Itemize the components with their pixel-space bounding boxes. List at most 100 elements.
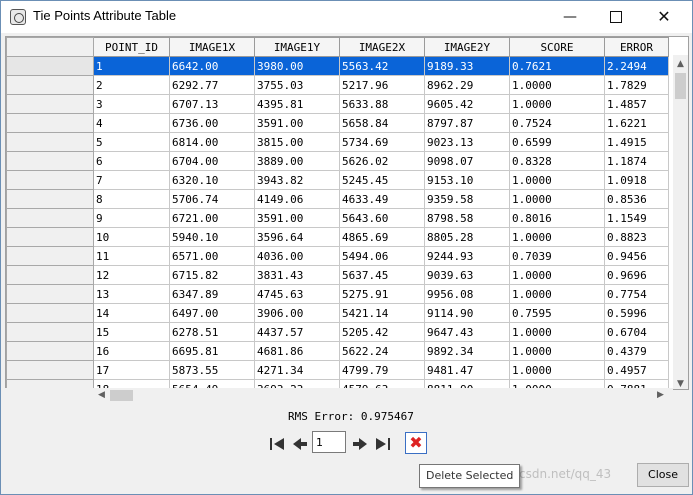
corner-cell[interactable] [6, 37, 94, 57]
table-cell[interactable]: 0.5996 [604, 303, 669, 323]
table-cell[interactable]: 0.8328 [509, 151, 605, 171]
row-header[interactable] [6, 246, 94, 266]
table-cell[interactable]: 9359.58 [424, 189, 510, 209]
column-header-score[interactable]: SCORE [509, 37, 605, 57]
table-row[interactable]: 5 6814.00 3815.00 5734.69 9023.13 0.6599 1.491… [6, 132, 669, 152]
prev-page-button[interactable] [291, 434, 309, 454]
table-cell[interactable]: 5275.91 [339, 284, 425, 304]
table-cell[interactable]: 6292.77 [169, 75, 255, 95]
table-row[interactable]: 16 6695.81 4681.86 5622.24 9892.34 1.0000 0.43… [6, 341, 669, 361]
table-row[interactable]: 14 6497.00 3906.00 5421.14 9114.90 0.7595 0.59… [6, 303, 669, 323]
table-row[interactable]: 15 6278.51 4437.57 5205.42 9647.43 1.0000 0.67… [6, 322, 669, 342]
table-cell[interactable]: 3755.03 [254, 75, 340, 95]
table-cell[interactable]: 9481.47 [424, 360, 510, 380]
attribute-grid[interactable]: POINT_ID IMAGE1X IMAGE1Y IMAGE2X IMAGE2Y SCOR… [5, 36, 689, 390]
table-row[interactable]: 17 5873.55 4271.34 4799.79 9481.47 1.0000 0.49… [6, 360, 669, 380]
column-header-error[interactable]: ERROR [604, 37, 669, 57]
table-cell[interactable]: 5734.69 [339, 132, 425, 152]
row-header[interactable] [6, 113, 94, 133]
table-cell[interactable]: 5245.45 [339, 170, 425, 190]
table-cell[interactable]: 10 [93, 227, 170, 247]
table-cell[interactable]: 8797.87 [424, 113, 510, 133]
delete-selected-button[interactable]: ✖ [405, 432, 427, 454]
table-cell[interactable]: 1.0918 [604, 170, 669, 190]
table-cell[interactable]: 4633.49 [339, 189, 425, 209]
table-cell[interactable]: 1.6221 [604, 113, 669, 133]
row-header[interactable] [6, 265, 94, 285]
table-cell[interactable]: 4799.79 [339, 360, 425, 380]
table-cell[interactable]: 0.7621 [509, 56, 605, 76]
table-cell[interactable]: 9098.07 [424, 151, 510, 171]
vertical-scroll-thumb[interactable] [675, 73, 686, 99]
horizontal-scroll-thumb[interactable] [110, 390, 133, 401]
table-cell[interactable]: 6571.00 [169, 246, 255, 266]
table-cell[interactable]: 9153.10 [424, 170, 510, 190]
table-cell[interactable]: 4395.81 [254, 94, 340, 114]
table-cell[interactable]: 4036.00 [254, 246, 340, 266]
table-cell[interactable]: 5643.60 [339, 208, 425, 228]
row-header[interactable] [6, 227, 94, 247]
table-cell[interactable]: 6347.89 [169, 284, 255, 304]
table-cell[interactable]: 1.0000 [509, 94, 605, 114]
table-cell[interactable]: 9244.93 [424, 246, 510, 266]
column-header-image2x[interactable]: IMAGE2X [339, 37, 425, 57]
row-header[interactable] [6, 322, 94, 342]
table-cell[interactable]: 8962.29 [424, 75, 510, 95]
table-cell[interactable]: 5626.02 [339, 151, 425, 171]
table-cell[interactable]: 0.4957 [604, 360, 669, 380]
table-cell[interactable]: 13 [93, 284, 170, 304]
table-cell[interactable]: 5940.10 [169, 227, 255, 247]
table-cell[interactable]: 5217.96 [339, 75, 425, 95]
table-row[interactable]: 6 6704.00 3889.00 5626.02 9098.07 0.8328 1.187… [6, 151, 669, 171]
table-row[interactable]: 3 6707.13 4395.81 5633.88 9605.42 1.0000 1.485… [6, 94, 669, 114]
column-header-point_id[interactable]: POINT_ID [93, 37, 170, 57]
table-cell[interactable]: 1.0000 [509, 170, 605, 190]
table-cell[interactable]: 3889.00 [254, 151, 340, 171]
table-cell[interactable]: 0.9456 [604, 246, 669, 266]
row-header[interactable] [6, 360, 94, 380]
table-cell[interactable]: 5 [93, 132, 170, 152]
table-cell[interactable]: 1.0000 [509, 75, 605, 95]
table-cell[interactable]: 5637.45 [339, 265, 425, 285]
table-cell[interactable]: 9039.63 [424, 265, 510, 285]
table-cell[interactable]: 0.8536 [604, 189, 669, 209]
table-cell[interactable]: 0.7039 [509, 246, 605, 266]
table-row[interactable]: 12 6715.82 3831.43 5637.45 9039.63 1.0000 0.96… [6, 265, 669, 285]
table-cell[interactable]: 6707.13 [169, 94, 255, 114]
table-cell[interactable]: 1.0000 [509, 189, 605, 209]
table-cell[interactable]: 5421.14 [339, 303, 425, 323]
table-cell[interactable]: 4 [93, 113, 170, 133]
table-cell[interactable]: 1 [93, 56, 170, 76]
table-cell[interactable]: 6278.51 [169, 322, 255, 342]
table-cell[interactable]: 6320.10 [169, 170, 255, 190]
table-cell[interactable]: 6642.00 [169, 56, 255, 76]
table-cell[interactable]: 8798.58 [424, 208, 510, 228]
table-cell[interactable]: 11 [93, 246, 170, 266]
table-cell[interactable]: 9189.33 [424, 56, 510, 76]
table-cell[interactable]: 4681.86 [254, 341, 340, 361]
table-cell[interactable]: 1.7829 [604, 75, 669, 95]
table-cell[interactable]: 6 [93, 151, 170, 171]
table-cell[interactable]: 9 [93, 208, 170, 228]
table-cell[interactable]: 5205.42 [339, 322, 425, 342]
table-cell[interactable]: 0.6599 [509, 132, 605, 152]
table-row[interactable]: 10 5940.10 3596.64 4865.69 8805.28 1.0000 0.88… [6, 227, 669, 247]
scroll-left-icon[interactable]: ◀ [98, 390, 105, 400]
row-header[interactable] [6, 151, 94, 171]
row-header[interactable] [6, 303, 94, 323]
table-cell[interactable]: 4437.57 [254, 322, 340, 342]
table-cell[interactable]: 5706.74 [169, 189, 255, 209]
table-cell[interactable]: 0.4379 [604, 341, 669, 361]
table-cell[interactable]: 3943.82 [254, 170, 340, 190]
table-cell[interactable]: 1.0000 [509, 227, 605, 247]
table-cell[interactable]: 6695.81 [169, 341, 255, 361]
column-header-image1y[interactable]: IMAGE1Y [254, 37, 340, 57]
table-row[interactable]: 2 6292.77 3755.03 5217.96 8962.29 1.0000 1.782… [6, 75, 669, 95]
close-button[interactable]: Close [637, 463, 689, 487]
table-cell[interactable]: 2.2494 [604, 56, 669, 76]
table-cell[interactable]: 1.0000 [509, 284, 605, 304]
table-cell[interactable]: 0.7754 [604, 284, 669, 304]
column-header-image2y[interactable]: IMAGE2Y [424, 37, 510, 57]
table-cell[interactable]: 5622.24 [339, 341, 425, 361]
table-cell[interactable]: 9892.34 [424, 341, 510, 361]
